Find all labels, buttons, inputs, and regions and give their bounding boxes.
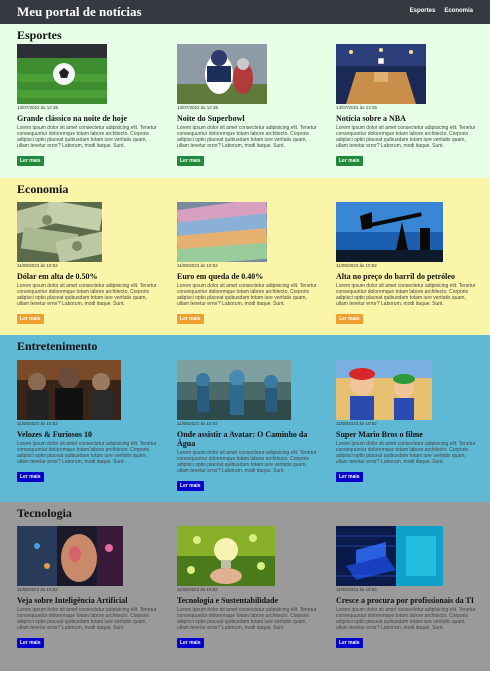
news-excerpt: Lorem ipsum dolor sit amet consectetur a… bbox=[177, 607, 317, 631]
news-date: 13/07/2022 às 12:35 bbox=[177, 105, 219, 110]
news-card: 11/08/2023 às 10:52 Dólar em alta de 0.5… bbox=[17, 202, 157, 325]
news-title: Dólar em alta de 0.50% bbox=[17, 272, 98, 281]
news-date: 13/07/2022 às 12:35 bbox=[336, 105, 378, 110]
news-card: 11/08/2023 às 10:52 Onde assistir a Avat… bbox=[177, 360, 317, 492]
news-title: Veja sobre Inteligência Artificial bbox=[17, 596, 128, 605]
news-title: Super Mario Bros o filme bbox=[336, 430, 423, 439]
read-more-button[interactable]: Ler mais bbox=[177, 638, 204, 648]
news-card: 13/07/2022 às 12:35 Noite do Superbowl L… bbox=[177, 44, 317, 167]
dollar-bills-image[interactable] bbox=[17, 202, 102, 262]
ai-face-image[interactable] bbox=[17, 526, 123, 586]
mario-luigi-image[interactable] bbox=[336, 360, 432, 420]
news-date: 11/08/2023 às 10:52 bbox=[17, 263, 58, 268]
basketball-arena-image[interactable] bbox=[336, 44, 426, 104]
section-title: Tecnologia bbox=[17, 506, 72, 520]
news-title: Noite do Superbowl bbox=[177, 114, 245, 123]
oil-pump-image[interactable] bbox=[336, 202, 443, 262]
news-date: 11/08/2023 às 10:52 bbox=[17, 421, 58, 426]
read-more-button[interactable]: Ler mais bbox=[336, 314, 363, 324]
news-date: 11/08/2023 às 10:52 bbox=[177, 263, 218, 268]
read-more-button[interactable]: Ler mais bbox=[336, 156, 363, 166]
news-card: 11/08/2023 às 10:52 Tecnologia e Sustent… bbox=[177, 526, 317, 649]
read-more-button[interactable]: Ler mais bbox=[336, 638, 363, 648]
read-more-button[interactable]: Ler mais bbox=[177, 314, 204, 324]
news-excerpt: Lorem ipsum dolor sit amet consectetur a… bbox=[17, 125, 157, 149]
news-excerpt: Lorem ipsum dolor sit amet consectetur a… bbox=[336, 125, 476, 149]
news-card: 13/07/2022 às 12:35 Notícia sobre a NBA … bbox=[336, 44, 476, 167]
news-date: 11/08/2023 às 10:52 bbox=[336, 421, 377, 426]
read-more-button[interactable]: Ler mais bbox=[17, 314, 44, 324]
news-title: Tecnologia e Sustentabilidade bbox=[177, 596, 279, 605]
news-date: 13/07/2022 às 12:35 bbox=[17, 105, 59, 110]
news-card: 11/08/2023 às 10:52 Euro em queda de 0.4… bbox=[177, 202, 317, 325]
news-excerpt: Lorem ipsum dolor sit amet consectetur a… bbox=[17, 441, 157, 465]
read-more-button[interactable]: Ler mais bbox=[17, 156, 44, 166]
section-entretenimento: Entretenimento 11/08/2023 às 10:52 Veloz… bbox=[0, 335, 490, 502]
news-card: 13/07/2022 às 12:35 Grande clássico na n… bbox=[17, 44, 157, 167]
news-date: 11/08/2023 às 10:52 bbox=[177, 421, 218, 426]
news-card: 11/08/2023 às 10:52 Alta no preço do bar… bbox=[336, 202, 476, 325]
news-excerpt: Lorem ipsum dolor sit amet consectetur a… bbox=[177, 450, 317, 474]
read-more-button[interactable]: Ler mais bbox=[17, 638, 44, 648]
section-esportes: Esportes 13/07/2022 às 12:35 Grande clás… bbox=[0, 24, 490, 178]
news-excerpt: Lorem ipsum dolor sit amet consectetur a… bbox=[336, 283, 476, 307]
nav-links: Esportes Economia bbox=[410, 8, 473, 14]
tech-laptop-image[interactable] bbox=[336, 526, 443, 586]
soccer-ball-image[interactable] bbox=[17, 44, 107, 104]
news-title: Cresce a procura por profissionais da TI bbox=[336, 596, 474, 605]
section-tecnologia: Tecnologia 11/08/2023 às 10:52 Veja sobr… bbox=[0, 502, 490, 671]
read-more-button[interactable]: Ler mais bbox=[336, 472, 363, 482]
euro-notes-image[interactable] bbox=[177, 202, 267, 262]
read-more-button[interactable]: Ler mais bbox=[177, 481, 204, 491]
section-title: Economia bbox=[17, 182, 69, 196]
news-title: Alta no preço do barril do petróleo bbox=[336, 272, 455, 281]
news-title: Velozes & Furiosos 10 bbox=[17, 430, 93, 439]
news-title: Notícia sobre a NBA bbox=[336, 114, 406, 123]
news-card: 11/08/2023 às 10:52 Super Mario Bros o f… bbox=[336, 360, 476, 483]
site-brand[interactable]: Meu portal de notícias bbox=[17, 4, 142, 20]
news-card: 11/08/2023 às 10:52 Veja sobre Inteligên… bbox=[17, 526, 157, 649]
news-title: Onde assistir a Avatar: O Caminho da Águ… bbox=[177, 430, 308, 448]
section-title: Entretenimento bbox=[17, 339, 98, 353]
american-football-image[interactable] bbox=[177, 44, 267, 104]
news-card: 11/08/2023 às 10:52 Velozes & Furiosos 1… bbox=[17, 360, 157, 483]
news-date: 11/08/2023 às 10:52 bbox=[177, 587, 218, 592]
news-card: 11/08/2023 às 10:52 Cresce a procura por… bbox=[336, 526, 476, 649]
nav-link-economia[interactable]: Economia bbox=[444, 8, 473, 14]
news-date: 11/08/2023 às 10:52 bbox=[336, 263, 377, 268]
news-excerpt: Lorem ipsum dolor sit amet consectetur a… bbox=[336, 441, 476, 465]
news-excerpt: Lorem ipsum dolor sit amet consectetur a… bbox=[177, 125, 317, 149]
avatar-movie-image[interactable] bbox=[177, 360, 291, 420]
section-title: Esportes bbox=[17, 28, 62, 42]
top-navbar: Meu portal de notícias Esportes Economia bbox=[0, 0, 490, 24]
read-more-button[interactable]: Ler mais bbox=[17, 472, 44, 482]
news-date: 11/08/2023 às 10:52 bbox=[17, 587, 58, 592]
news-excerpt: Lorem ipsum dolor sit amet consectetur a… bbox=[336, 607, 476, 631]
news-date: 11/08/2023 às 10:52 bbox=[336, 587, 377, 592]
movie-poster-image[interactable] bbox=[17, 360, 121, 420]
news-title: Euro em queda de 0.40% bbox=[177, 272, 264, 281]
read-more-button[interactable]: Ler mais bbox=[177, 156, 204, 166]
news-excerpt: Lorem ipsum dolor sit amet consectetur a… bbox=[177, 283, 317, 307]
green-lightbulb-image[interactable] bbox=[177, 526, 275, 586]
news-excerpt: Lorem ipsum dolor sit amet consectetur a… bbox=[17, 283, 157, 307]
news-excerpt: Lorem ipsum dolor sit amet consectetur a… bbox=[17, 607, 157, 631]
nav-link-esportes[interactable]: Esportes bbox=[410, 8, 436, 14]
news-title: Grande clássico na noite de hoje bbox=[17, 114, 127, 123]
section-economia: Economia 11/08/2023 às 10:52 Dólar em al… bbox=[0, 178, 490, 335]
